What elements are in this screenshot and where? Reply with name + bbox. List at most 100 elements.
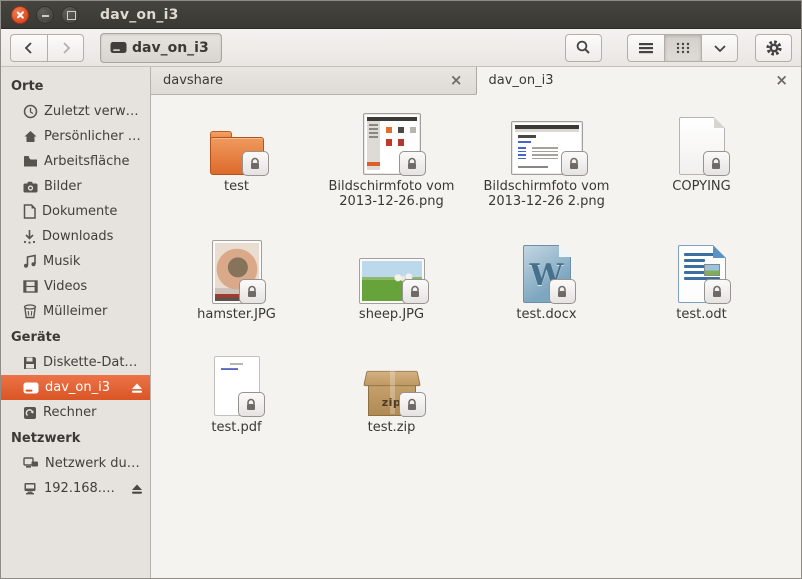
tab-dav-on-i3[interactable]: dav_on_i3 × [476, 67, 802, 95]
lock-emblem-icon [242, 151, 269, 176]
file-item-sheep[interactable]: sheep.JPG [314, 229, 469, 342]
file-label: Bildschirmfoto vom 2013-12-26.png [323, 179, 461, 209]
file-item-copying[interactable]: COPYING [624, 101, 779, 229]
sidebar-heading-places: Orte [1, 73, 150, 99]
gear-icon [765, 39, 783, 57]
window-body: Orte Zuletzt verw… Persönlicher … [1, 67, 801, 578]
sidebar-item-downloads[interactable]: Downloads [1, 224, 150, 249]
forward-button[interactable] [47, 34, 84, 62]
close-window-icon[interactable] [11, 6, 29, 24]
sidebar-item-dav-on-i3[interactable]: dav_on_i3 [1, 375, 150, 400]
navigation-buttons [10, 34, 84, 62]
file-manager-window: dav_on_i3 dav_on_i3 [0, 0, 802, 579]
film-icon [23, 280, 38, 293]
sidebar-item-label: Persönlicher … [44, 129, 144, 144]
titlebar[interactable]: dav_on_i3 [1, 1, 801, 29]
document-icon [23, 204, 36, 219]
minimize-window-icon[interactable] [36, 6, 54, 24]
eject-button[interactable] [130, 483, 144, 495]
file-label: COPYING [672, 179, 730, 194]
file-item-docx[interactable]: W test.docx [469, 229, 624, 342]
list-view-button[interactable] [627, 34, 664, 62]
file-item-odt[interactable]: test.odt [624, 229, 779, 342]
chevron-down-icon [713, 43, 727, 53]
sidebar-item-floppy[interactable]: Diskette-Dat… [1, 350, 150, 375]
tab-label: dav_on_i3 [489, 73, 773, 88]
sidebar-item-music[interactable]: Musik [1, 249, 150, 274]
file-item-screenshot-1[interactable]: Bildschirmfoto vom 2013-12-26.png [314, 101, 469, 229]
eject-button[interactable] [130, 382, 144, 394]
sidebar-item-videos[interactable]: Videos [1, 274, 150, 299]
main-pane: davshare × dav_on_i3 × [151, 67, 801, 578]
file-item-zip[interactable]: zip test.zip [314, 342, 469, 455]
drive-icon [110, 41, 127, 54]
file-item-screenshot-2[interactable]: Bildschirmfoto vom 2013-12-26 2.png [469, 101, 624, 229]
eject-icon [130, 382, 144, 394]
sidebar-item-recent[interactable]: Zuletzt verw… [1, 99, 150, 124]
sidebar-item-home[interactable]: Persönlicher … [1, 124, 150, 149]
sidebar-item-computer[interactable]: Rechner [1, 400, 150, 425]
sidebar-item-label: Arbeitsfläche [44, 154, 144, 169]
tab-label: davshare [163, 73, 447, 88]
lock-emblem-icon [549, 279, 576, 304]
toolbar: dav_on_i3 [1, 29, 801, 67]
location-path-button[interactable]: dav_on_i3 [100, 33, 222, 63]
sidebar-item-label: Dokumente [42, 204, 144, 219]
view-toggle-group [627, 34, 738, 62]
file-label: hamster.JPG [197, 307, 276, 322]
sidebar-item-desktop[interactable]: Arbeitsfläche [1, 149, 150, 174]
toolbar-right-group [565, 34, 792, 62]
file-item-test-folder[interactable]: test [159, 101, 314, 229]
tab-davshare[interactable]: davshare × [151, 67, 476, 95]
sidebar-heading-devices: Geräte [1, 324, 150, 350]
file-item-pdf[interactable]: test.pdf [159, 342, 314, 455]
back-icon [21, 40, 37, 56]
sidebar-heading-network: Netzwerk [1, 425, 150, 451]
clock-icon [23, 104, 38, 119]
camera-icon [23, 181, 38, 193]
sidebar-item-documents[interactable]: Dokumente [1, 199, 150, 224]
sidebar-item-pictures[interactable]: Bilder [1, 174, 150, 199]
maximize-window-icon[interactable] [61, 6, 79, 24]
close-tab-icon[interactable]: × [772, 71, 791, 90]
lock-emblem-icon [561, 151, 588, 176]
file-view[interactable]: test [151, 95, 801, 578]
computer-icon [23, 406, 37, 420]
file-item-hamster[interactable]: hamster.JPG [159, 229, 314, 342]
sidebar-item-label: Mülleimer [43, 304, 144, 319]
list-view-icon [638, 41, 654, 55]
sidebar-item-label: Diskette-Dat… [43, 355, 144, 370]
file-label: test.pdf [211, 420, 261, 435]
lock-emblem-icon [238, 392, 265, 417]
trash-icon [23, 304, 37, 319]
sidebar-item-label: Downloads [42, 229, 144, 244]
download-icon [23, 229, 36, 244]
sidebar-item-label: dav_on_i3 [45, 380, 124, 395]
lock-emblem-icon [399, 151, 426, 176]
file-label: test.odt [676, 307, 726, 322]
sidebar-item-trash[interactable]: Mülleimer [1, 299, 150, 324]
drive-icon [23, 382, 39, 394]
tab-bar: davshare × dav_on_i3 × [151, 67, 801, 95]
close-tab-icon[interactable]: × [447, 71, 466, 90]
network-browse-icon [23, 457, 39, 470]
file-label: Bildschirmfoto vom 2013-12-26 2.png [478, 179, 616, 209]
music-icon [23, 254, 37, 269]
location-path-label: dav_on_i3 [132, 40, 209, 56]
sidebar: Orte Zuletzt verw… Persönlicher … [1, 67, 151, 578]
network-server-icon [23, 482, 38, 495]
search-icon [575, 39, 592, 56]
sidebar-item-label: Bilder [44, 179, 144, 194]
sidebar-item-browse-network[interactable]: Netzwerk du… [1, 451, 150, 476]
grid-view-button[interactable] [664, 34, 701, 62]
sidebar-item-label: Netzwerk du… [45, 456, 144, 471]
lock-emblem-icon [399, 392, 426, 417]
view-options-button[interactable] [701, 34, 738, 62]
sidebar-item-network-server[interactable]: 192.168.… [1, 476, 150, 501]
home-icon [23, 129, 38, 144]
back-button[interactable] [10, 34, 47, 62]
grid-view-icon [675, 41, 691, 55]
settings-menu-button[interactable] [755, 34, 792, 62]
folder-icon [23, 155, 38, 168]
search-button[interactable] [565, 34, 602, 62]
